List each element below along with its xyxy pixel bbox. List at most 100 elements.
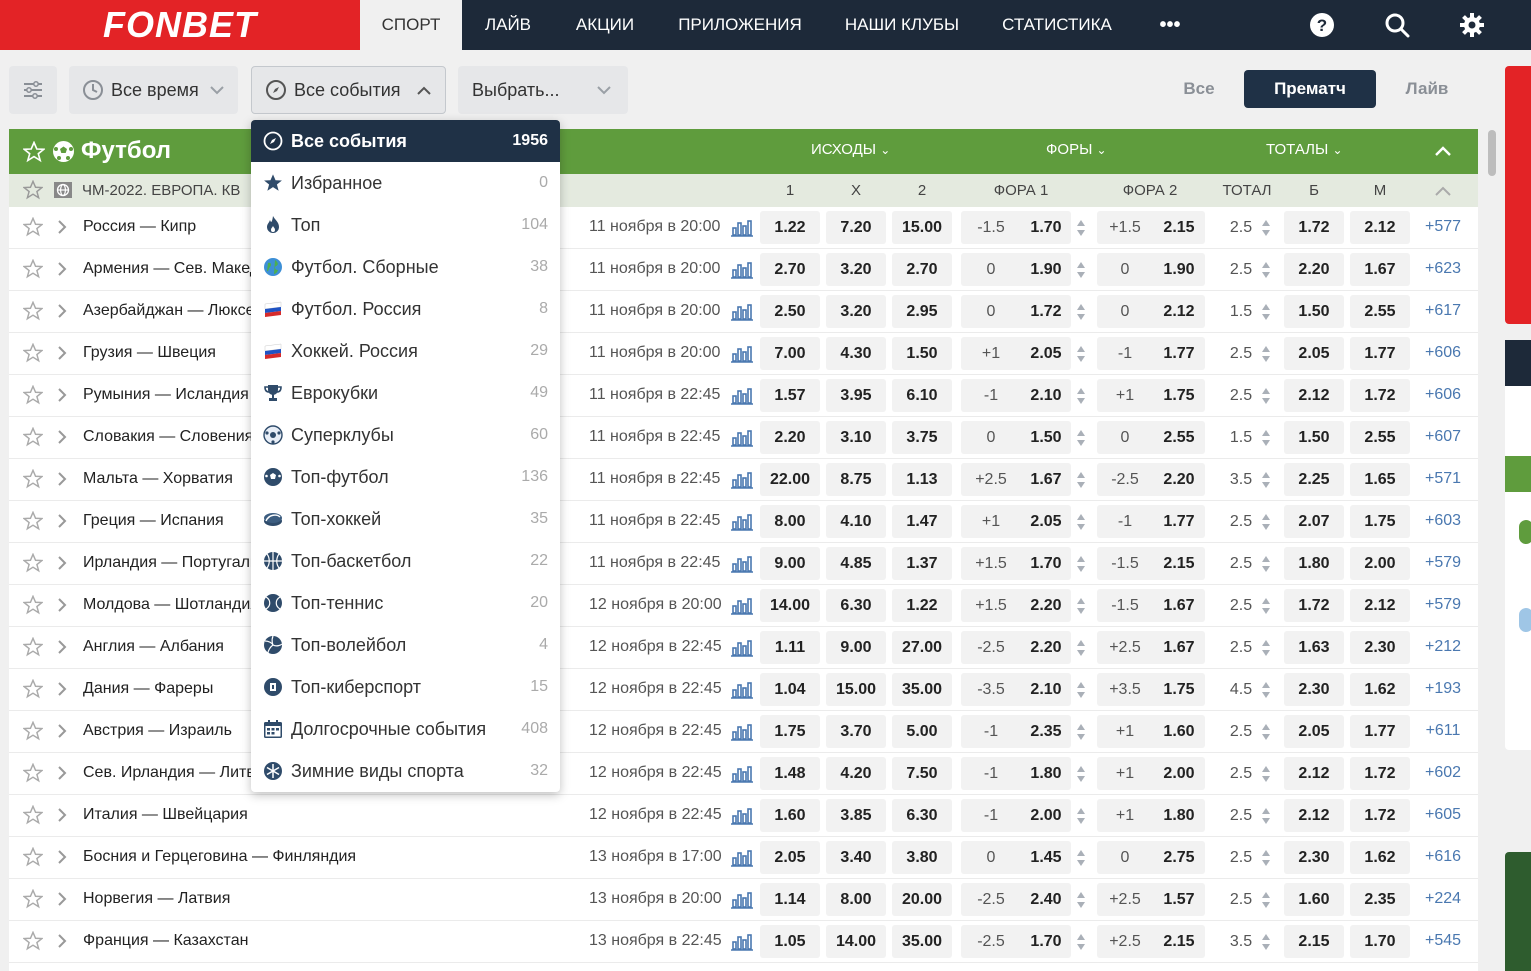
dropdown-item[interactable]: Топ-хоккей 35 bbox=[251, 498, 560, 540]
handicap-1-odd[interactable]: 2.00 bbox=[1021, 799, 1071, 832]
statistics-icon[interactable] bbox=[731, 513, 753, 531]
odd-2[interactable]: 1.50 bbox=[892, 337, 952, 370]
statistics-icon[interactable] bbox=[731, 849, 753, 867]
odd-x[interactable]: 4.10 bbox=[826, 505, 886, 538]
star-icon[interactable] bbox=[23, 141, 45, 163]
event-name[interactable]: Греция — Испания bbox=[83, 512, 224, 530]
odd-2[interactable]: 5.00 bbox=[892, 715, 952, 748]
search-icon[interactable] bbox=[1382, 10, 1412, 40]
more-markets-link[interactable]: +607 bbox=[1418, 428, 1468, 446]
handicap-switch-icon[interactable] bbox=[1076, 470, 1086, 490]
dropdown-item[interactable]: Футбол. Сборные 38 bbox=[251, 246, 560, 288]
odd-x[interactable]: 3.10 bbox=[826, 421, 886, 454]
mode-all-button[interactable]: Все bbox=[1166, 70, 1232, 108]
handicap-1-odd[interactable]: 1.67 bbox=[1021, 463, 1071, 496]
dropdown-item[interactable]: Топ-баскетбол 22 bbox=[251, 540, 560, 582]
under-odd[interactable]: 2.00 bbox=[1350, 547, 1410, 580]
league-row[interactable]: ЧМ-2022. ЕВРОПА. КВ 1 Х 2 ФОРА 1 ФОРА 2 … bbox=[9, 174, 1478, 207]
star-icon[interactable] bbox=[22, 552, 44, 573]
under-odd[interactable]: 1.62 bbox=[1350, 841, 1410, 874]
star-icon[interactable] bbox=[22, 678, 44, 699]
under-odd[interactable]: 2.55 bbox=[1350, 295, 1410, 328]
total-switch-icon[interactable] bbox=[1261, 302, 1271, 322]
statistics-icon[interactable] bbox=[731, 933, 753, 951]
odd-2[interactable]: 3.80 bbox=[892, 841, 952, 874]
total-switch-icon[interactable] bbox=[1261, 428, 1271, 448]
statistics-icon[interactable] bbox=[731, 639, 753, 657]
statistics-icon[interactable] bbox=[731, 807, 753, 825]
odd-1[interactable]: 7.00 bbox=[760, 337, 820, 370]
odd-x[interactable]: 8.75 bbox=[826, 463, 886, 496]
time-filter-dropdown[interactable]: Все время bbox=[69, 66, 238, 114]
nav-apps[interactable]: ПРИЛОЖЕНИЯ bbox=[656, 0, 824, 50]
odd-1[interactable]: 1.60 bbox=[760, 799, 820, 832]
total-switch-icon[interactable] bbox=[1261, 260, 1271, 280]
under-odd[interactable]: 1.62 bbox=[1350, 673, 1410, 706]
event-name[interactable]: Сев. Ирландия — Литва bbox=[83, 764, 264, 782]
handicap-group-header[interactable]: ФОРЫ ⌄ bbox=[1046, 141, 1107, 158]
statistics-icon[interactable] bbox=[731, 891, 753, 909]
odd-2[interactable]: 15.00 bbox=[892, 211, 952, 244]
star-icon[interactable] bbox=[22, 510, 44, 531]
handicap-1-odd[interactable]: 1.50 bbox=[1021, 421, 1071, 454]
total-switch-icon[interactable] bbox=[1261, 218, 1271, 238]
event-name[interactable]: Грузия — Швеция bbox=[83, 344, 216, 362]
odd-2[interactable]: 7.50 bbox=[892, 757, 952, 790]
odd-x[interactable]: 4.85 bbox=[826, 547, 886, 580]
odd-x[interactable]: 3.40 bbox=[826, 841, 886, 874]
chevron-right-icon[interactable] bbox=[57, 388, 67, 402]
chevron-right-icon[interactable] bbox=[57, 766, 67, 780]
star-icon[interactable] bbox=[22, 300, 44, 321]
handicap-1-odd[interactable]: 1.45 bbox=[1021, 841, 1071, 874]
handicap-2-odd[interactable]: 2.55 bbox=[1153, 421, 1205, 454]
table-row[interactable]: Англия — Албания 12 ноября в 22:45 1.11 9.0… bbox=[9, 627, 1478, 669]
odd-2[interactable]: 6.30 bbox=[892, 799, 952, 832]
more-markets-link[interactable]: +579 bbox=[1418, 596, 1468, 614]
more-markets-link[interactable]: +571 bbox=[1418, 470, 1468, 488]
under-odd[interactable]: 1.65 bbox=[1350, 463, 1410, 496]
odd-2[interactable]: 1.47 bbox=[892, 505, 952, 538]
table-row[interactable]: Румыния — Исландия 11 ноября в 22:45 1.57 3… bbox=[9, 375, 1478, 417]
chevron-right-icon[interactable] bbox=[57, 430, 67, 444]
odd-1[interactable]: 1.11 bbox=[760, 631, 820, 664]
over-odd[interactable]: 2.07 bbox=[1284, 505, 1344, 538]
totals-group-header[interactable]: ТОТАЛЫ ⌄ bbox=[1266, 141, 1343, 158]
handicap-switch-icon[interactable] bbox=[1076, 554, 1086, 574]
under-odd[interactable]: 1.70 bbox=[1350, 925, 1410, 958]
odd-x[interactable]: 3.95 bbox=[826, 379, 886, 412]
event-name[interactable]: Италия — Швейцария bbox=[83, 806, 248, 824]
star-icon[interactable] bbox=[22, 384, 44, 405]
odd-2[interactable]: 35.00 bbox=[892, 925, 952, 958]
event-name[interactable]: Румыния — Исландия bbox=[83, 386, 249, 404]
dropdown-item[interactable]: Топ-теннис 20 bbox=[251, 582, 560, 624]
chevron-right-icon[interactable] bbox=[57, 892, 67, 906]
odd-1[interactable]: 14.00 bbox=[760, 589, 820, 622]
chevron-right-icon[interactable] bbox=[57, 934, 67, 948]
star-icon[interactable] bbox=[22, 216, 44, 237]
handicap-switch-icon[interactable] bbox=[1076, 806, 1086, 826]
chevron-right-icon[interactable] bbox=[57, 682, 67, 696]
table-row[interactable]: Греция — Испания 11 ноября в 22:45 8.00 4.1… bbox=[9, 501, 1478, 543]
odd-x[interactable]: 8.00 bbox=[826, 883, 886, 916]
star-icon[interactable] bbox=[22, 426, 44, 447]
dropdown-item[interactable]: Топ-волейбол 4 bbox=[251, 624, 560, 666]
handicap-switch-icon[interactable] bbox=[1076, 722, 1086, 742]
handicap-switch-icon[interactable] bbox=[1076, 596, 1086, 616]
handicap-1-odd[interactable]: 1.80 bbox=[1021, 757, 1071, 790]
odd-x[interactable]: 7.20 bbox=[826, 211, 886, 244]
over-odd[interactable]: 2.12 bbox=[1284, 757, 1344, 790]
handicap-1-odd[interactable]: 1.70 bbox=[1021, 547, 1071, 580]
odd-2[interactable]: 2.70 bbox=[892, 253, 952, 286]
odd-1[interactable]: 2.05 bbox=[760, 841, 820, 874]
over-odd[interactable]: 2.12 bbox=[1284, 799, 1344, 832]
odd-1[interactable]: 1.14 bbox=[760, 883, 820, 916]
handicap-1-odd[interactable]: 2.10 bbox=[1021, 379, 1071, 412]
over-odd[interactable]: 1.50 bbox=[1284, 295, 1344, 328]
star-icon[interactable] bbox=[22, 846, 44, 867]
handicap-1-odd[interactable]: 2.40 bbox=[1021, 883, 1071, 916]
odd-x[interactable]: 3.70 bbox=[826, 715, 886, 748]
odd-x[interactable]: 6.30 bbox=[826, 589, 886, 622]
table-row[interactable]: Франция — Казахстан 13 ноября в 22:45 1.05… bbox=[9, 921, 1478, 963]
dropdown-item[interactable]: Суперклубы 60 bbox=[251, 414, 560, 456]
chevron-right-icon[interactable] bbox=[57, 220, 67, 234]
